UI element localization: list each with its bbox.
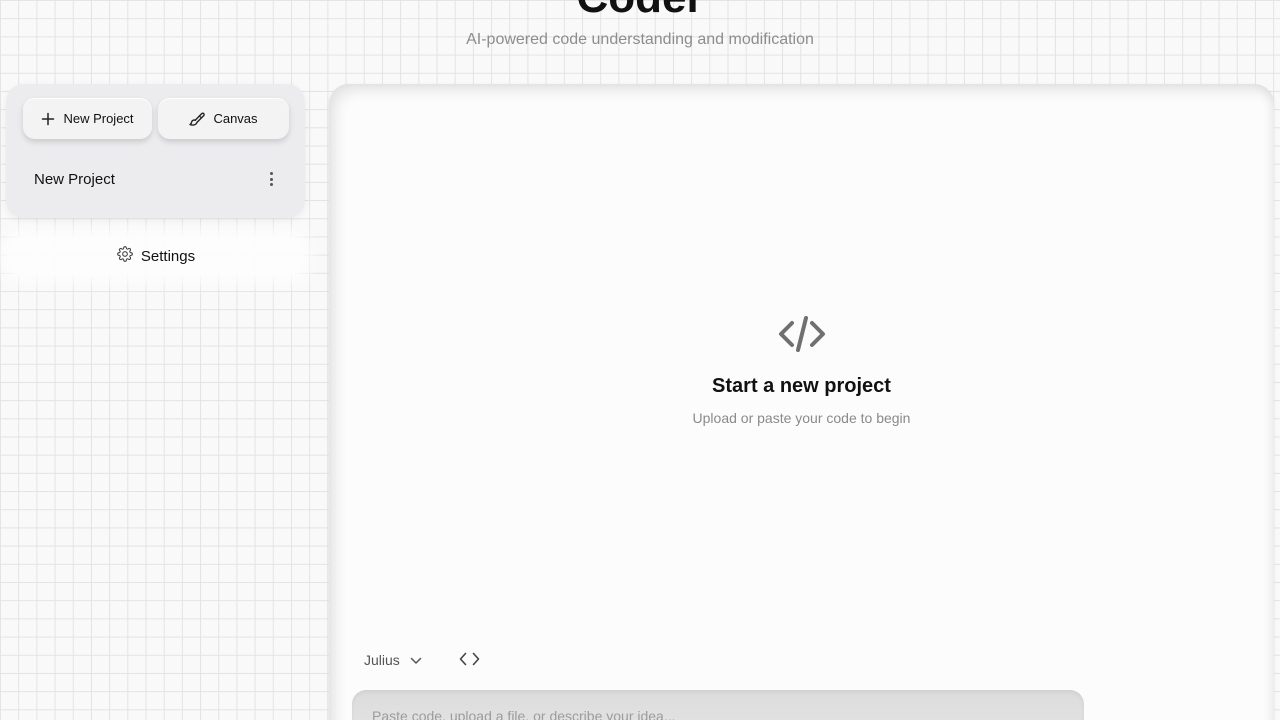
empty-state: Start a new project Upload or paste your… [329,314,1274,426]
settings-label: Settings [140,247,196,265]
prompt-input[interactable] [372,706,1062,720]
more-vertical-icon[interactable] [266,168,277,190]
code-icon [459,652,480,671]
empty-state-description: Upload or paste your code to begin [692,410,911,426]
project-sidebar: New Project Canvas New Project [6,84,305,218]
code-view-toggle[interactable] [459,651,480,672]
new-project-button[interactable]: New Project [23,98,152,139]
model-select-label: Julius [364,652,400,668]
empty-state-title: Start a new project [712,375,891,397]
app-title: Coder [0,0,1280,22]
settings-button[interactable]: Settings [8,236,304,276]
canvas-button[interactable]: Canvas [158,98,289,139]
prompt-box [352,690,1084,720]
project-list-item[interactable]: New Project [18,162,293,196]
canvas-label: Canvas [213,111,258,126]
app-subtitle: AI-powered code understanding and modifi… [466,31,814,48]
gear-icon [117,246,133,266]
chevron-down-icon [410,652,422,668]
code-icon [778,314,826,359]
plus-icon [41,112,55,126]
model-select[interactable]: Julius [364,650,422,670]
project-name: New Project [34,170,115,188]
new-project-label: New Project [63,111,134,126]
paintbrush-icon [189,111,206,127]
